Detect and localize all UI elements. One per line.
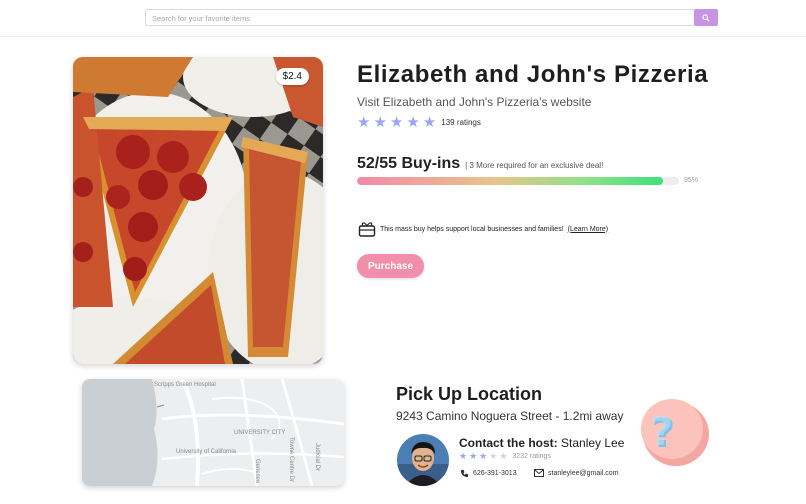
star-icon: ★ — [479, 451, 488, 461]
mail-icon — [534, 469, 544, 477]
pickup-address: 9243 Camino Noguera Street - 1.2mi away — [396, 409, 624, 423]
map-label-hospital: Scripps Green Hospital — [154, 382, 216, 388]
star-icon: ★ — [469, 451, 478, 461]
search-input[interactable]: Search for your favorite items — [145, 9, 695, 26]
progress-percent: 95% — [684, 177, 699, 184]
host-ratings-count: 3232 ratings — [512, 453, 551, 460]
star-icon: ★ — [406, 114, 420, 131]
learn-more-link[interactable]: (Learn More) — [568, 226, 608, 233]
buyins-progress-bar — [357, 177, 679, 185]
ratings-count: 139 ratings — [441, 118, 481, 127]
help-question-icon[interactable]: ? ? — [636, 392, 712, 468]
gift-icon — [358, 222, 376, 237]
price-tag: $2.4 — [275, 68, 309, 85]
top-bar: Search for your favorite items — [0, 0, 806, 37]
host-email[interactable]: stanleylee@gmail.com — [534, 469, 619, 477]
search-button[interactable] — [694, 9, 718, 26]
product-rating: ★ ★ ★ ★ ★ 139 ratings — [357, 115, 481, 130]
product-image: $2.4 — [73, 57, 323, 364]
host-name[interactable]: Stanley Lee — [561, 436, 624, 450]
purchase-button[interactable]: Purchase — [357, 254, 424, 278]
phone-number: 626-391-3013 — [473, 470, 517, 477]
avatar — [397, 434, 449, 486]
star-icon: ★ — [459, 451, 468, 461]
pickup-map[interactable]: Scripps Green Hospital UNIVERSITY CITY U… — [82, 379, 344, 486]
search-icon — [702, 13, 710, 22]
page-title: Elizabeth and John's Pizzeria — [357, 61, 709, 88]
progress-fill — [357, 177, 663, 185]
buyins-note: | 3 More required for an exclusive deal! — [465, 161, 604, 170]
support-note: This mass buy helps support local busine… — [358, 221, 608, 237]
pickup-title: Pick Up Location — [396, 384, 543, 404]
host-label: Contact the host: — [459, 436, 558, 450]
star-icon: ★ — [422, 114, 437, 131]
phone-icon — [460, 469, 469, 478]
map-label-street: Judicial Dr — [314, 443, 320, 472]
star-icon: ★ — [373, 114, 387, 131]
buyins-status: 52/55 Buy-ins | 3 More required for an e… — [357, 155, 603, 173]
map-label-street: Genesee — [254, 459, 260, 484]
email-address: stanleylee@gmail.com — [548, 469, 619, 477]
map-label-university-city: UNIVERSITY CITY — [234, 430, 286, 436]
svg-text:?: ? — [650, 409, 673, 455]
map-label-ucsd: University of California — [176, 449, 237, 455]
host-rating: ★ ★ ★ ★ ★ 3232 ratings — [459, 452, 551, 461]
host-phone[interactable]: 626-391-3013 — [460, 469, 517, 478]
website-link[interactable]: Visit Elizabeth and John's Pizzeria's we… — [357, 95, 591, 109]
star-icon: ★ — [389, 114, 404, 131]
star-icon: ★ — [357, 114, 371, 131]
support-text: This mass buy helps support local busine… — [380, 225, 564, 233]
host-contact-line: Contact the host: Stanley Lee — [459, 436, 624, 450]
buyins-count: 52/55 Buy-ins — [357, 155, 461, 172]
map-label-street: Towne Centre Dr — [288, 437, 294, 483]
star-icon: ★ — [499, 451, 508, 461]
star-icon: ★ — [489, 451, 498, 461]
